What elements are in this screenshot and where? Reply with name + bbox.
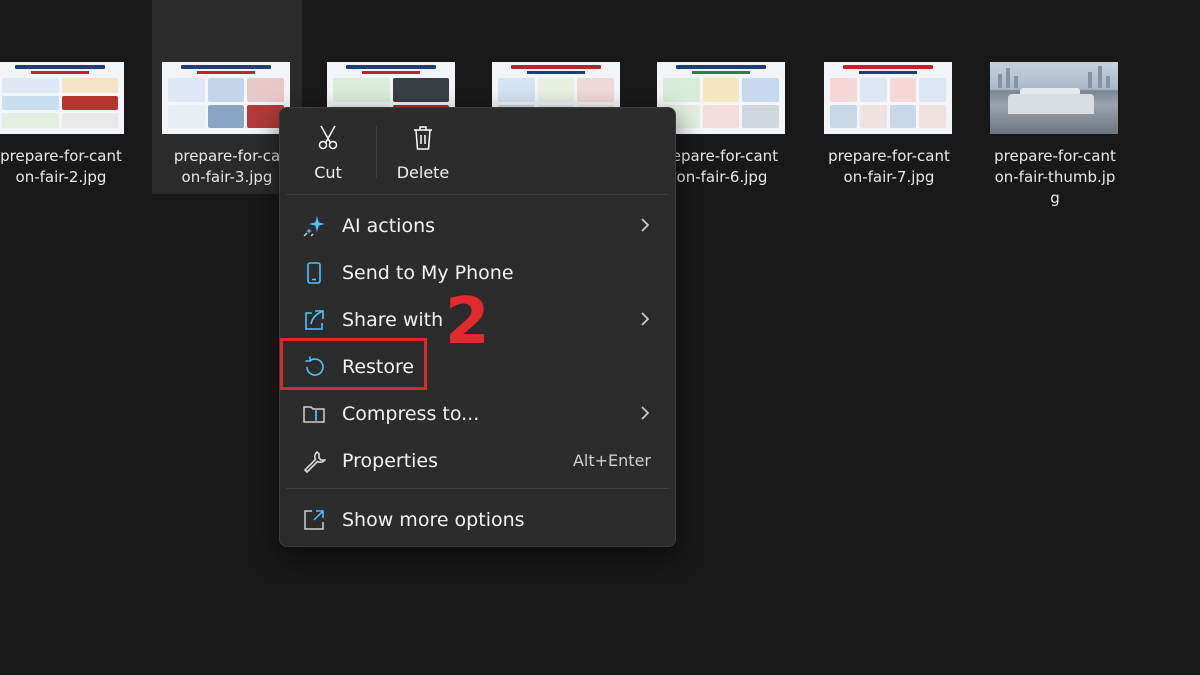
phone-icon [307,262,321,284]
divider [286,488,669,489]
file-item-prepare-2[interactable]: prepare-for-cant on-fair-2.jpg [0,0,136,194]
thumbnail-image [0,62,124,134]
cut-button[interactable]: Cut [288,122,368,188]
menu-item-label: Show more options [342,509,525,531]
context-menu-quick-actions: Cut Delete [280,108,675,194]
menu-item-ai-actions[interactable]: AI actions [284,203,671,247]
thumbnail-image [657,62,785,134]
chevron-right-icon [641,312,650,326]
menu-item-label: Compress to... [342,403,480,425]
divider [376,126,377,178]
restore-highlight-box [280,338,427,390]
menu-item-compress-to[interactable]: Compress to... [284,391,671,435]
menu-item-label: Send to My Phone [342,262,514,284]
menu-item-label: AI actions [342,215,436,237]
zip-folder-icon [303,406,325,423]
menu-item-properties[interactable]: Properties Alt+Enter [284,438,671,482]
keyboard-shortcut: Alt+Enter [572,451,651,470]
delete-button[interactable]: Delete [383,122,463,188]
file-name: prepare-for-cant on-fair-thumb.jp g [994,147,1116,207]
cut-label: Cut [314,163,342,182]
file-item-prepare-7[interactable]: prepare-for-cant on-fair-7.jpg [814,0,964,194]
scissors-icon [318,125,338,150]
file-name: prepare-for-cant on-fair-2.jpg [0,147,122,186]
thumbnail-image [990,62,1118,134]
share-icon [305,310,324,330]
trash-icon [414,126,432,150]
menu-item-label: Share with [342,309,444,331]
wrench-icon [303,450,326,473]
menu-item-label: Properties [342,450,439,472]
thumbnail-image [162,62,290,134]
delete-label: Delete [396,163,450,182]
file-item-prepare-thumb[interactable]: prepare-for-cant on-fair-thumb.jp g [980,0,1130,207]
file-name: prepare-for-cant on-fair-7.jpg [828,147,950,186]
divider [286,194,669,195]
thumbnail-image [824,62,952,134]
chevron-right-icon [641,218,650,232]
step-number-annotation: 2 [445,285,490,359]
expand-icon [304,510,324,530]
menu-item-show-more-options[interactable]: Show more options [284,497,671,541]
sparkle-icon [303,216,325,237]
chevron-right-icon [641,406,650,420]
